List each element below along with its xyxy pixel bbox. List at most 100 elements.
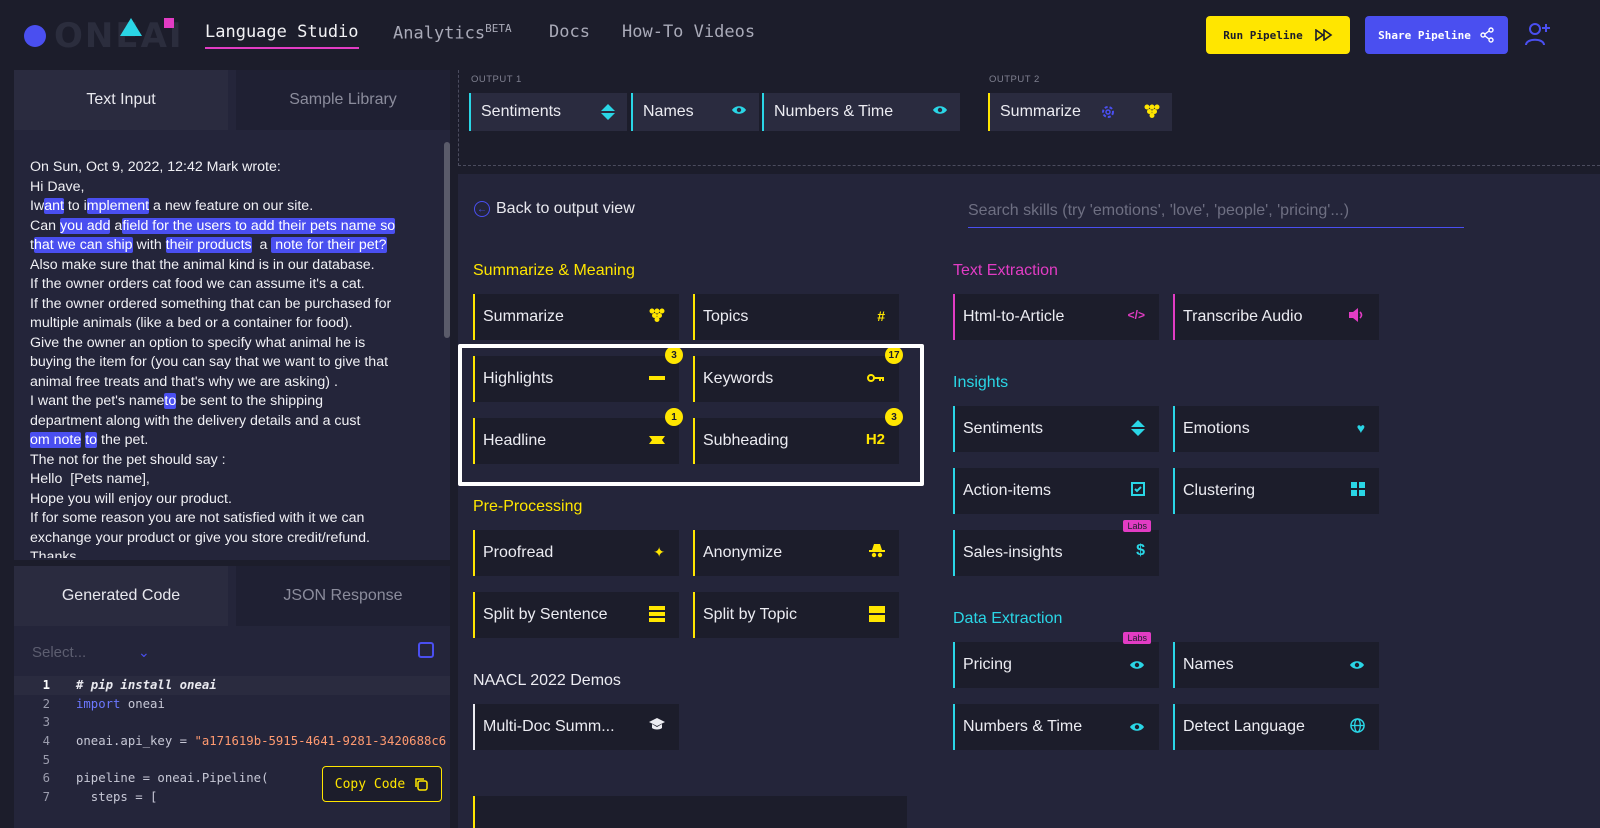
text-line-highlighted: Iwant to implement a new feature on our … [30, 198, 314, 214]
skill-pricing[interactable]: Pricing Labs [953, 632, 1159, 688]
text-line: multiple animals (like a bed or a contai… [30, 315, 353, 331]
skill-sales-insights[interactable]: Sales-insights $ Labs [953, 520, 1159, 576]
skill-emotions[interactable]: Emotions ♥ [1173, 406, 1379, 452]
tab-json-response[interactable]: JSON Response [236, 566, 450, 626]
text-line: Hope you will enjoy our product. [30, 490, 232, 507]
share-pipeline-button[interactable]: Share Pipeline [1365, 16, 1508, 54]
nav-analytics[interactable]: AnalyticsBETA [393, 22, 512, 44]
search-placeholder: Search skills (try 'emotions', 'love', '… [968, 201, 1350, 219]
code-text: pipeline = oneai.Pipeline( [76, 771, 269, 786]
section-naacl-demos: NAACL 2022 Demos [473, 672, 621, 689]
code-line: 1 # pip install oneai [14, 676, 450, 695]
skill-label: Split by Topic [703, 606, 797, 623]
output-1-label: OUTPUT 1 [471, 74, 522, 85]
copy-code-label: Copy Code [334, 776, 406, 792]
skill-label: Numbers & Time [963, 718, 1083, 735]
pipeline-chip-sentiments[interactable]: Sentiments [469, 93, 627, 131]
text-input-area[interactable]: On Sun, Oct 9, 2022, 12:42 Mark wrote: Hi… [30, 158, 434, 558]
code-text: steps = [ [76, 790, 158, 805]
skill-multi-doc-summ[interactable]: Multi-Doc Summ... [473, 704, 679, 750]
skill-label: Emotions [1183, 420, 1250, 437]
code-text: oneai.api_key = [76, 734, 195, 749]
language-select[interactable]: Select... [32, 644, 86, 661]
top-bar: ONEAI Language Studio AnalyticsBETA Docs… [0, 0, 1600, 70]
skill-split-by-topic[interactable]: Split by Topic [693, 592, 899, 638]
skill-label: Sales-insights [963, 544, 1063, 561]
pipeline-chip-summarize[interactable]: Summarize [988, 93, 1172, 131]
nav-how-to-videos[interactable]: How-To Videos [622, 22, 755, 42]
skill-label: Sentiments [963, 420, 1044, 437]
skill-transcribe-audio[interactable]: Transcribe Audio [1173, 294, 1379, 340]
oneai-logo[interactable]: ONEAI [14, 16, 184, 56]
code-line: 4 oneai.api_key = "a171619b-5915-4641-928… [14, 732, 450, 751]
beta-badge: BETA [485, 22, 512, 35]
skill-topics[interactable]: Topics # [693, 294, 899, 340]
sentiment-arrows-icon [601, 104, 615, 120]
logo-dot-icon [24, 25, 46, 47]
eye-icon [1130, 661, 1144, 669]
nav-docs[interactable]: Docs [549, 22, 590, 42]
run-pipeline-label: Run Pipeline [1223, 28, 1303, 42]
pipeline-chip-names[interactable]: Names [631, 93, 759, 131]
text-line-highlighted: that we can ship with their products a n… [30, 237, 387, 253]
text-scrollbar[interactable] [444, 142, 450, 338]
text-line: Also make sure that the animal kind is i… [30, 256, 375, 273]
text-line: If the owner orders cat food we can assu… [30, 276, 365, 292]
back-label: Back to output view [496, 200, 635, 217]
text-line: The not for the pet should say : [30, 451, 226, 468]
dollar-icon: $ [1136, 542, 1145, 559]
code-text: oneai [120, 696, 165, 711]
tab-sample-library[interactable]: Sample Library [236, 70, 450, 130]
skill-action-items[interactable]: Action-items [953, 468, 1159, 514]
output-2-label: OUTPUT 2 [989, 74, 1040, 85]
skill-sentiments[interactable]: Sentiments [953, 406, 1159, 452]
section-data-extraction: Data Extraction [953, 610, 1063, 627]
chip-label: Numbers & Time [774, 103, 894, 120]
skill-label: Anonymize [703, 544, 783, 561]
chip-label: Names [643, 103, 694, 120]
code-panel: Generated Code JSON Response Select... ⌄… [14, 566, 450, 828]
run-pipeline-button[interactable]: Run Pipeline [1206, 16, 1350, 54]
logo-square-icon [164, 18, 174, 28]
skill-split-by-sentence[interactable]: Split by Sentence [473, 592, 679, 638]
skill-label: Action-items [963, 482, 1052, 499]
labs-badge: Labs [1123, 520, 1151, 532]
sparkle-icon: ✦ [653, 544, 665, 560]
code-string: "a171619b-5915-4641-9281-3420688c6 [194, 734, 447, 749]
text-line-highlighted: I want the pet's nameto be sent to the s… [30, 393, 323, 409]
grid-icon [1351, 482, 1365, 496]
gear-icon[interactable] [1100, 104, 1116, 120]
heart-icon: ♥ [1356, 420, 1365, 436]
tab-text-input[interactable]: Text Input [14, 70, 228, 130]
code-line: 2 import oneai [14, 695, 450, 714]
skill-label: Html-to-Article [963, 308, 1065, 325]
copy-code-button[interactable]: Copy Code [322, 766, 442, 802]
skill-anonymize[interactable]: Anonymize [693, 530, 899, 576]
text-line: buying the item for (you can say that we… [30, 354, 389, 370]
add-user-icon[interactable] [1524, 20, 1552, 48]
skill-label: Clustering [1183, 482, 1256, 499]
skill-html-to-article[interactable]: Html-to-Article </> [953, 294, 1159, 340]
skill-proofread[interactable]: Proofread ✦ [473, 530, 679, 576]
search-skills-input[interactable]: Search skills (try 'emotions', 'love', '… [968, 194, 1464, 228]
speaker-icon [1349, 308, 1363, 322]
split-blocks-icon [869, 606, 885, 622]
skill-label: Names [1183, 656, 1234, 673]
tab-generated-code[interactable]: Generated Code [14, 566, 228, 626]
sentiment-arrows-icon [1131, 420, 1145, 436]
line-number: 6 [42, 771, 50, 786]
text-line: Thanks [30, 549, 77, 558]
skill-label: Summarize [483, 308, 564, 325]
text-line: If for some reason you are not satisfied… [30, 510, 365, 526]
chevron-down-icon[interactable]: ⌄ [138, 644, 150, 661]
skill-detect-language[interactable]: Detect Language [1173, 704, 1379, 750]
nav-language-studio[interactable]: Language Studio [205, 22, 359, 49]
skill-clustering[interactable]: Clustering [1173, 468, 1379, 514]
skill-names[interactable]: Names [1173, 642, 1379, 688]
back-to-output-link[interactable]: ← Back to output view [474, 200, 635, 218]
skill-numbers-time[interactable]: Numbers & Time [953, 704, 1159, 750]
skill-summarize[interactable]: Summarize [473, 294, 679, 340]
partial-skill-card [473, 796, 907, 828]
copy-icon[interactable] [418, 642, 434, 658]
pipeline-chip-numbers-time[interactable]: Numbers & Time [762, 93, 960, 131]
